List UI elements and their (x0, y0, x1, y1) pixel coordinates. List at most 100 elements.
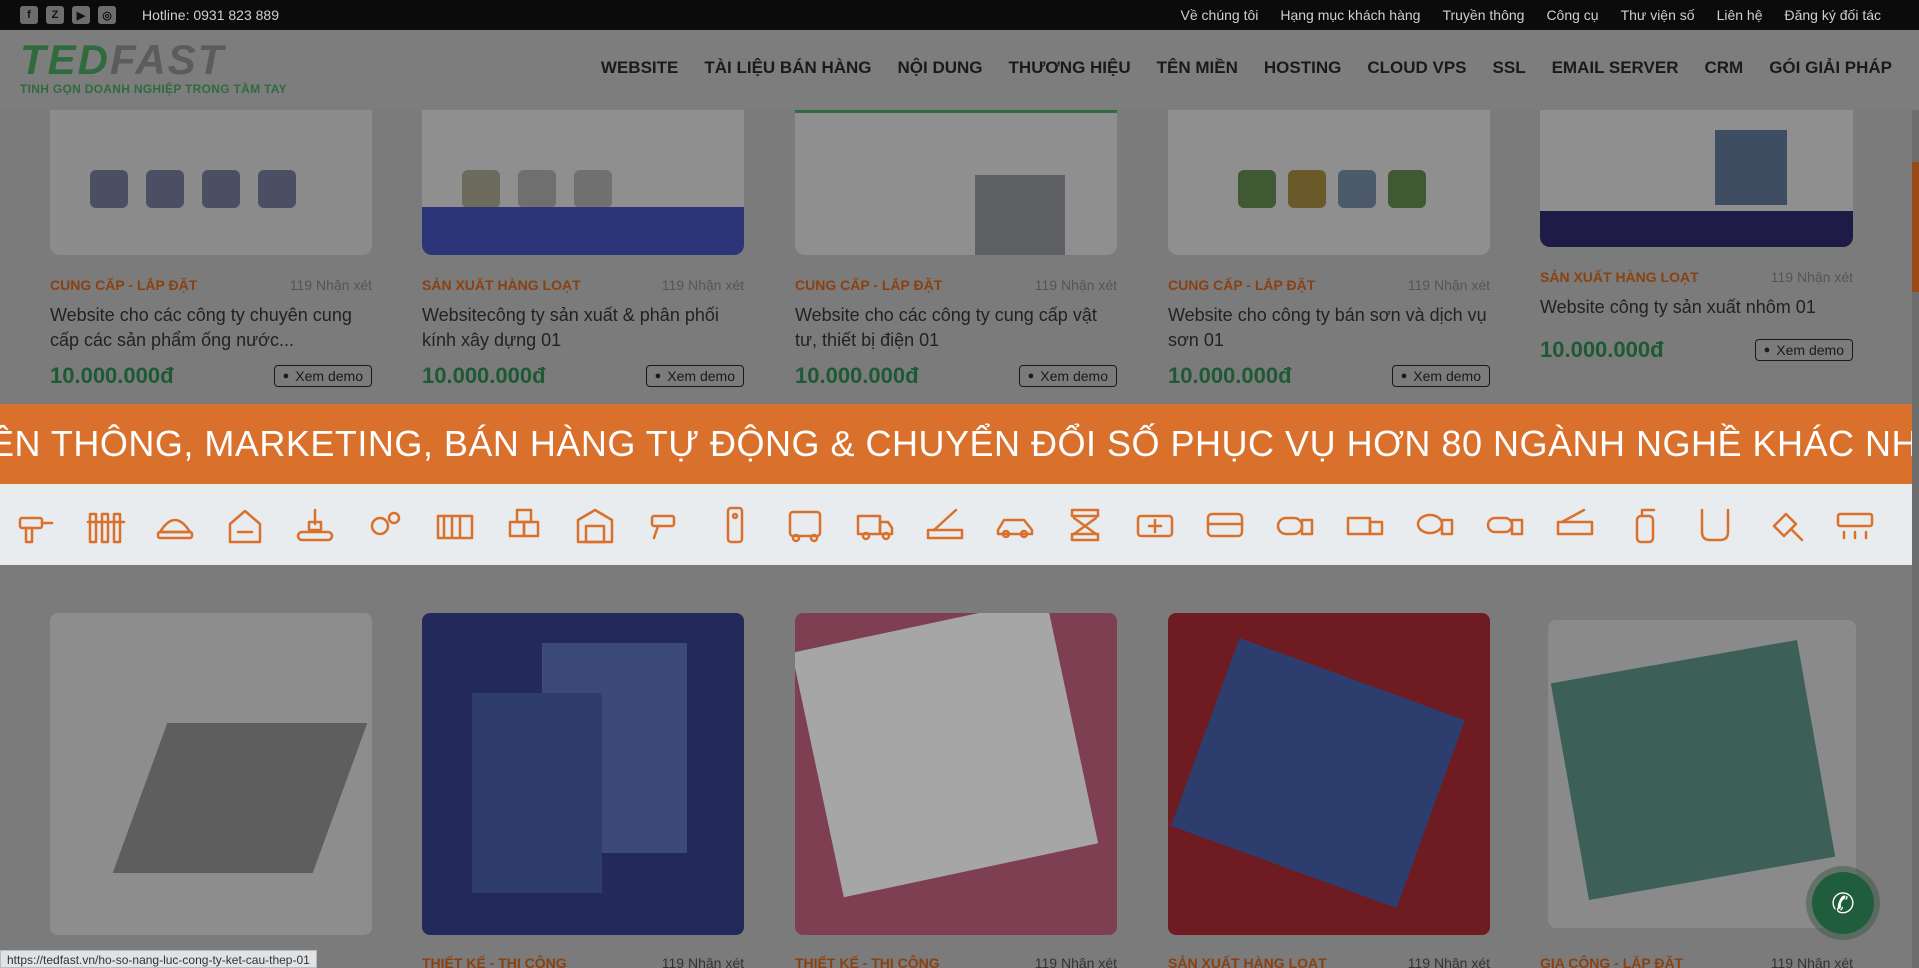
nav-solutions[interactable]: GÓI GIẢI PHÁP (1769, 58, 1892, 78)
card-title[interactable]: Website cho các công ty cung cấp vật tư,… (795, 303, 1117, 353)
card-category[interactable]: CUNG CẤP - LẮP ĐẶT (50, 277, 197, 293)
demo-button[interactable]: ● Xem demo (273, 365, 372, 387)
doc-meta: SẢN XUẤT HÀNG LOẠT 119 Nhận xét (1168, 955, 1490, 968)
nav-sales-docs[interactable]: TÀI LIỆU BÁN HÀNG (704, 58, 871, 78)
air-conditioner-icon (1820, 501, 1890, 549)
doc-category[interactable]: THIẾT KẾ - THI CÔNG (422, 955, 567, 968)
card-title[interactable]: Websitecông ty sản xuất & phân phối kính… (422, 303, 744, 353)
top-link-media[interactable]: Truyền thông (1442, 7, 1524, 23)
card-thumbnail[interactable] (795, 110, 1117, 255)
doc-category[interactable]: GIA CÔNG - LẮP ĐẶT (1540, 955, 1683, 968)
doc-category[interactable]: THIẾT KẾ - THI CÔNG (795, 955, 940, 968)
doc-category[interactable]: SẢN XUẤT HÀNG LOẠT (1168, 955, 1327, 968)
sales-doc-grid: THIẾT KẾ - THI CÔNG 119 Nhận xét THIẾT KẾ… (0, 565, 1919, 968)
house-tools-icon (210, 501, 280, 549)
product-card[interactable]: SẢN XUẤT HÀNG LOẠT 119 Nhận xét Websitecô… (422, 110, 744, 389)
doc-thumbnail[interactable] (1168, 613, 1490, 935)
eye-icon: ● (1027, 370, 1035, 382)
top-link-about[interactable]: Về chúng tôi (1181, 7, 1259, 23)
nav-content[interactable]: NỘI DUNG (898, 58, 983, 78)
industry-icon-strip (0, 484, 1912, 565)
card-category[interactable]: SẢN XUẤT HÀNG LOẠT (1540, 269, 1699, 285)
nav-domain[interactable]: TÊN MIỀN (1157, 58, 1238, 78)
boxes-icon (490, 501, 560, 549)
ambulance-icon (1120, 501, 1190, 549)
card-price: 10.000.000đ (795, 363, 919, 388)
warehouse-icon (560, 501, 630, 549)
mixer-truck-icon (1400, 501, 1470, 549)
product-card[interactable]: CUNG CẤP - LẮP ĐẶT 119 Nhận xét Website c… (50, 110, 372, 389)
card-category[interactable]: CUNG CẤP - LẮP ĐẶT (795, 277, 942, 293)
product-card[interactable]: CUNG CẤP - LẮP ĐẶT 119 Nhận xét Website c… (795, 110, 1117, 389)
top-link-clients[interactable]: Hạng mục khách hàng (1280, 7, 1420, 23)
demo-label: Xem demo (1776, 342, 1844, 358)
nav-email-server[interactable]: EMAIL SERVER (1552, 58, 1679, 78)
nav-cloud-vps[interactable]: CLOUD VPS (1367, 58, 1466, 78)
bus-icon (1190, 501, 1260, 549)
eye-icon: ● (654, 370, 662, 382)
scrollbar-thumb[interactable] (1912, 162, 1919, 292)
fence-icon (70, 501, 140, 549)
card-category[interactable]: SẢN XUẤT HÀNG LOẠT (422, 277, 581, 293)
top-link-tools[interactable]: Công cụ (1546, 7, 1598, 23)
page-scrollbar[interactable] (1912, 110, 1919, 968)
demo-button[interactable]: ● Xem demo (1391, 365, 1490, 387)
top-link-library[interactable]: Thư viện số (1621, 7, 1695, 23)
facebook-icon[interactable]: f (20, 6, 38, 24)
doc-thumbnail[interactable] (795, 613, 1117, 935)
nav-brand[interactable]: THƯƠNG HIỆU (1009, 58, 1131, 78)
instagram-icon[interactable]: ◎ (98, 6, 116, 24)
card-price: 10.000.000đ (422, 363, 546, 388)
hotline[interactable]: Hotline: 0931 823 889 (142, 7, 279, 23)
doc-thumbnail[interactable] (422, 613, 744, 935)
product-card[interactable]: CUNG CẤP - LẮP ĐẶT 119 Nhận xét Website c… (1168, 110, 1490, 389)
demo-button[interactable]: ● Xem demo (1754, 339, 1853, 361)
card-category[interactable]: CUNG CẤP - LẮP ĐẶT (1168, 277, 1315, 293)
nav-hosting[interactable]: HOSTING (1264, 58, 1341, 78)
product-card[interactable]: SẢN XUẤT HÀNG LOẠT 119 Nhận xét Website c… (1540, 110, 1853, 363)
top-link-contact[interactable]: Liên hệ (1717, 7, 1763, 23)
dump-truck-icon (1330, 501, 1400, 549)
plug-icon (1750, 501, 1820, 549)
card-title[interactable]: Website cho công ty bán sơn và dịch vụ s… (1168, 303, 1490, 353)
card-price: 10.000.000đ (50, 363, 174, 388)
card-title[interactable]: Website cho các công ty chuyên cung cấp … (50, 303, 372, 353)
doc-reviews: 119 Nhận xét (661, 955, 744, 968)
scissor-lift-icon (1050, 501, 1120, 549)
nav-website[interactable]: WEBSITE (601, 58, 678, 78)
youtube-icon[interactable]: ▶ (72, 6, 90, 24)
card-thumbnail[interactable] (1540, 110, 1853, 247)
hardhat-icon (140, 501, 210, 549)
drill-icon (0, 501, 70, 549)
nav-ssl[interactable]: SSL (1493, 58, 1526, 78)
demo-label: Xem demo (1040, 368, 1108, 384)
card-reviews: 119 Nhận xét (1770, 269, 1853, 285)
card-thumbnail[interactable] (50, 110, 372, 255)
phone-icon[interactable]: ✆ (1812, 872, 1874, 934)
banner-marquee-text: ỀN THÔNG, MARKETING, BÁN HÀNG TỰ ĐỘNG & … (0, 423, 1912, 464)
demo-button[interactable]: ● Xem demo (645, 365, 744, 387)
logo[interactable]: TEDFAST TINH GỌN DOANH NGHIỆP TRONG TẦM … (20, 39, 287, 97)
top-links: Về chúng tôi Hạng mục khách hàng Truyền … (1181, 0, 1881, 30)
demo-label: Xem demo (667, 368, 735, 384)
doc-thumbnail[interactable] (1548, 620, 1856, 928)
site-header: TEDFAST TINH GỌN DOANH NGHIỆP TRONG TẦM … (0, 30, 1919, 110)
card-reviews: 119 Nhận xét (289, 277, 372, 293)
card-title[interactable]: Website công ty sản xuất nhôm 01 (1540, 295, 1853, 327)
top-link-partner[interactable]: Đăng ký đối tác (1785, 7, 1882, 23)
logo-tagline: TINH GỌN DOANH NGHIỆP TRONG TẦM TAY (20, 82, 287, 96)
doc-thumbnail[interactable] (50, 613, 372, 935)
demo-button[interactable]: ● Xem demo (1018, 365, 1117, 387)
doc-meta: GIA CÔNG - LẮP ĐẶT 119 Nhận xét (1540, 955, 1853, 968)
doc-meta: THIẾT KẾ - THI CÔNG 119 Nhận xét (422, 955, 744, 968)
container-icon (420, 501, 490, 549)
logo-word-ted: TED (20, 36, 110, 83)
card-thumbnail[interactable] (1168, 110, 1490, 255)
zalo-icon[interactable]: Z (46, 6, 64, 24)
card-reviews: 119 Nhận xét (661, 277, 744, 293)
doc-meta: THIẾT KẾ - THI CÔNG 119 Nhận xét (795, 955, 1117, 968)
remote-icon (700, 501, 770, 549)
card-thumbnail[interactable] (422, 110, 744, 255)
eye-icon: ● (282, 370, 290, 382)
nav-crm[interactable]: CRM (1704, 58, 1743, 78)
